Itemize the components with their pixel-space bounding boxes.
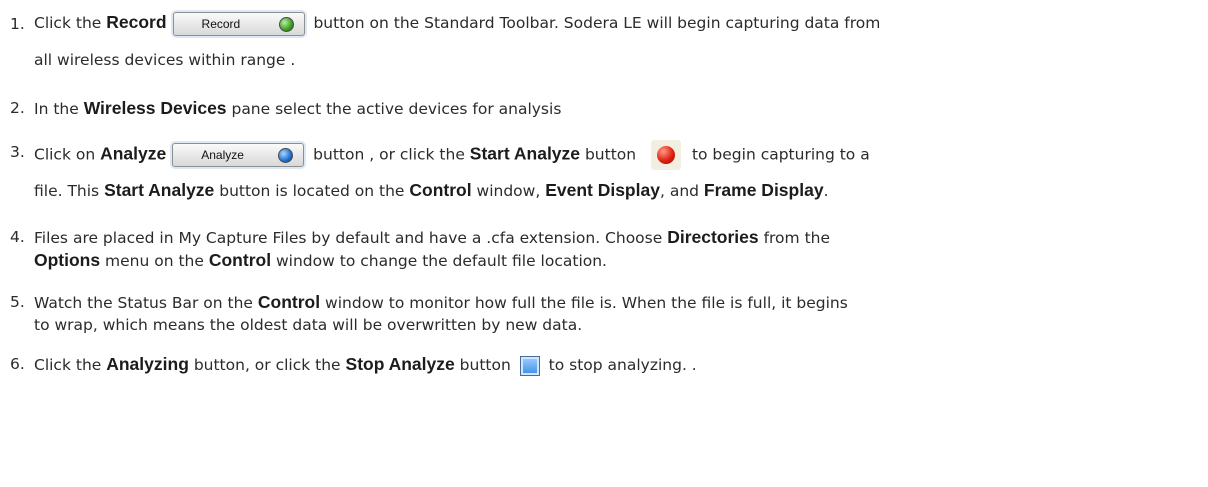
analyze-button[interactable]: Analyze xyxy=(172,143,305,167)
step-5: 5. Watch the Status Bar on the Control w… xyxy=(10,290,1202,342)
step-6-line-1: Click the Analyzing button, or click the… xyxy=(34,354,697,376)
step-number: 4. xyxy=(10,228,25,246)
step-number: 1. xyxy=(10,15,25,33)
step-3: 3. Click on Analyze Analyze button , or c… xyxy=(10,136,1202,216)
step-1-line-1: Click the Record Record button on the Sta… xyxy=(34,10,880,36)
wireless-devices-label: Wireless Devices xyxy=(83,98,227,118)
stop-analyze-button[interactable] xyxy=(519,355,540,376)
step-3-line-1: Click on Analyze Analyze button , or clic… xyxy=(34,140,870,170)
step-2: 2. In the Wireless Devices pane select t… xyxy=(10,94,1202,122)
options-label: Options xyxy=(34,250,101,270)
stop-analyze-label: Stop Analyze xyxy=(345,354,455,374)
directories-label: Directories xyxy=(667,227,759,247)
step-number: 6. xyxy=(10,355,25,373)
step-4-line-1: Files are placed in My Capture Files by … xyxy=(34,227,831,247)
step-number: 3. xyxy=(10,143,25,161)
blue-led-icon xyxy=(278,148,294,163)
step-2-line-1: In the Wireless Devices pane select the … xyxy=(34,98,562,118)
red-record-icon xyxy=(657,146,676,164)
step-1-line-2: all wireless devices within range . xyxy=(34,51,296,69)
step-4-line-2: Options menu on the Control window to ch… xyxy=(34,250,607,270)
step-number: 2. xyxy=(10,99,25,117)
step-5-line-1: Watch the Status Bar on the Control wind… xyxy=(34,292,848,312)
step-1: 1. Click the Record Record button on the … xyxy=(10,6,1202,76)
step-4: 4. Files are placed in My Capture Files … xyxy=(10,225,1202,277)
green-led-icon xyxy=(278,16,294,32)
step-5-line-2: to wrap, which means the oldest data wil… xyxy=(34,316,583,334)
analyze-label: Analyze xyxy=(100,143,167,164)
step-number: 5. xyxy=(10,293,25,311)
analyzing-label: Analyzing xyxy=(106,354,189,374)
start-analyze-button[interactable] xyxy=(651,140,682,170)
step-3-line-2: file. This Start Analyze button is locat… xyxy=(34,180,829,200)
record-label: Record xyxy=(106,12,167,32)
control-label: Control xyxy=(257,292,321,312)
step-6: 6. Click the Analyzing button, or click … xyxy=(10,352,1202,380)
start-analyze-label: Start Analyze xyxy=(469,143,581,164)
record-button[interactable]: Record xyxy=(172,11,305,36)
